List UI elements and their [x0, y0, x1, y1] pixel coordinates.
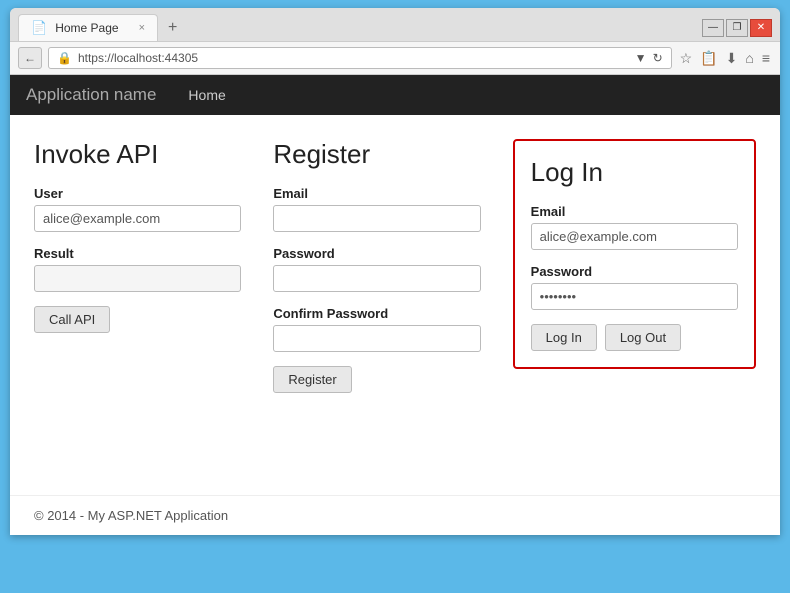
restore-button[interactable]: ❐: [726, 19, 748, 37]
login-button[interactable]: Log In: [531, 324, 597, 351]
page-footer: © 2014 - My ASP.NET Application: [10, 495, 780, 535]
result-field-group: Result: [34, 246, 241, 292]
star-icon[interactable]: ☆: [678, 48, 695, 69]
reg-email-label: Email: [273, 186, 480, 201]
navbar: Application name Home: [10, 75, 780, 115]
reg-email-field-group: Email: [273, 186, 480, 232]
reg-confirm-input[interactable]: [273, 325, 480, 352]
dropdown-arrow-icon: ▼: [635, 51, 647, 65]
reg-confirm-label: Confirm Password: [273, 306, 480, 321]
reg-password-field-group: Password: [273, 246, 480, 292]
login-section: Log In Email Password Log In Log Out: [513, 139, 756, 369]
tab-title: Home Page: [55, 21, 118, 35]
settings-icon[interactable]: ≡: [760, 48, 772, 68]
register-title: Register: [273, 139, 480, 170]
result-label: Result: [34, 246, 241, 261]
close-button[interactable]: ✕: [750, 19, 772, 37]
window-controls: — ❐ ✕: [702, 19, 772, 37]
address-input-container[interactable]: 🔒 https://localhost:44305 ▼ ↻: [48, 47, 672, 69]
nav-link-home[interactable]: Home: [176, 77, 237, 113]
login-email-label: Email: [531, 204, 738, 219]
login-buttons: Log In Log Out: [531, 324, 738, 351]
new-tab-button[interactable]: +: [162, 19, 183, 37]
reg-password-input[interactable]: [273, 265, 480, 292]
reg-confirm-field-group: Confirm Password: [273, 306, 480, 352]
sections-container: Invoke API User Result Call API Register…: [34, 139, 756, 393]
home-icon[interactable]: ⌂: [743, 48, 755, 68]
register-button[interactable]: Register: [273, 366, 351, 393]
login-email-input[interactable]: [531, 223, 738, 250]
login-password-field-group: Password: [531, 264, 738, 310]
reg-password-label: Password: [273, 246, 480, 261]
logout-button[interactable]: Log Out: [605, 324, 681, 351]
clipboard-icon[interactable]: 📋: [698, 48, 719, 69]
login-password-input[interactable]: [531, 283, 738, 310]
login-password-label: Password: [531, 264, 738, 279]
refresh-icon[interactable]: ↻: [653, 51, 663, 65]
url-text: https://localhost:44305: [78, 51, 198, 65]
minimize-button[interactable]: —: [702, 19, 724, 37]
user-field-group: User: [34, 186, 241, 232]
browser-tab[interactable]: 📄 Home Page ×: [18, 14, 158, 41]
login-title: Log In: [531, 157, 738, 188]
user-input[interactable]: [34, 205, 241, 232]
app-name: Application name: [26, 85, 156, 105]
address-actions: ☆ 📋 ⬇ ⌂ ≡: [678, 48, 772, 69]
register-section: Register Email Password Confirm Password…: [273, 139, 480, 393]
browser-window: 📄 Home Page × + — ❐ ✕ ← 🔒 https://localh…: [10, 8, 780, 535]
invoke-api-section: Invoke API User Result Call API: [34, 139, 241, 333]
user-label: User: [34, 186, 241, 201]
footer-text: © 2014 - My ASP.NET Application: [34, 508, 228, 523]
back-button[interactable]: ←: [18, 47, 42, 69]
tab-favicon: 📄: [31, 20, 47, 36]
page-content: Invoke API User Result Call API Register…: [10, 115, 780, 495]
lock-icon: 🔒: [57, 51, 72, 65]
login-email-field-group: Email: [531, 204, 738, 250]
address-bar: ← 🔒 https://localhost:44305 ▼ ↻ ☆ 📋 ⬇ ⌂ …: [10, 42, 780, 75]
call-api-button[interactable]: Call API: [34, 306, 110, 333]
result-input: [34, 265, 241, 292]
reg-email-input[interactable]: [273, 205, 480, 232]
tab-close-button[interactable]: ×: [139, 22, 145, 34]
download-icon[interactable]: ⬇: [724, 48, 740, 69]
title-bar: 📄 Home Page × + — ❐ ✕: [10, 8, 780, 42]
invoke-api-title: Invoke API: [34, 139, 241, 170]
